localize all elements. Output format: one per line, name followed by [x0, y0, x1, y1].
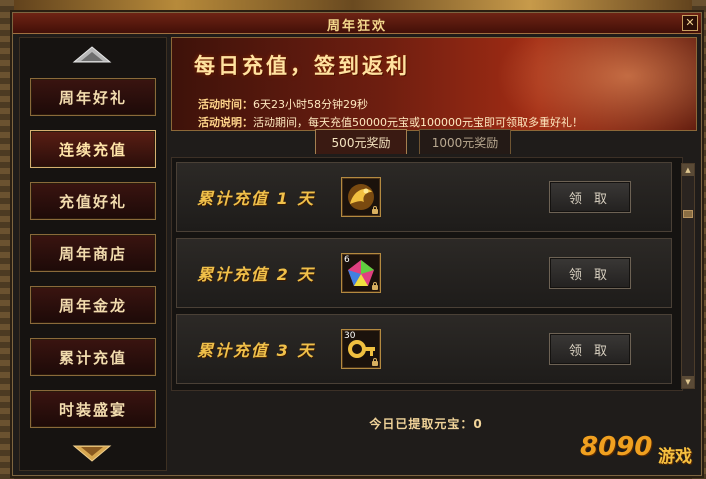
- reward-row-label: 累计充值 1 天: [197, 189, 316, 208]
- sidebar-item-fashion-feast[interactable]: 时装盛宴: [30, 390, 156, 428]
- window-titlebar[interactable]: 周年狂欢 ✕: [13, 13, 701, 34]
- reward-list: 累计充值 1 天 领 取 累计充值 2 天 6 领 取 累计充值 3 天 30 …: [171, 157, 683, 391]
- sidebar-item-cumulative-recharge[interactable]: 累计充值: [30, 338, 156, 376]
- event-time-row: 活动时间：6天23小时58分钟29秒: [198, 96, 368, 112]
- event-banner: 每日充值，签到返利 活动时间：6天23小时58分钟29秒 活动说明：活动期间，每…: [171, 37, 697, 131]
- reward-item-slot[interactable]: [341, 177, 381, 217]
- sidebar-item-label: 时装盛宴: [58, 400, 127, 419]
- watermark-number: 8090: [580, 432, 653, 462]
- reward-row: 累计充值 1 天 领 取: [176, 162, 672, 232]
- event-description-label: 活动说明：: [198, 116, 253, 129]
- reward-item-slot[interactable]: 30: [341, 329, 381, 369]
- decorative-top-border: [0, 0, 706, 10]
- scroll-down-icon[interactable]: ▼: [682, 376, 694, 388]
- event-time-label: 活动时间：: [198, 98, 253, 111]
- scrollbar-thumb[interactable]: [683, 210, 693, 218]
- claim-button[interactable]: 领 取: [549, 333, 631, 365]
- scroll-up-arrow-icon[interactable]: [70, 44, 114, 66]
- lock-icon: [372, 206, 378, 214]
- event-description-row: 活动说明：活动期间，每天充值50000元宝或100000元宝即可领取多重好礼！: [198, 114, 583, 130]
- event-description-text: 活动期间，每天充值50000元宝或100000元宝即可领取多重好礼！: [253, 116, 583, 129]
- window-title: 周年狂欢: [326, 19, 387, 34]
- reward-list-scrollbar[interactable]: ▲ ▼: [681, 163, 695, 389]
- sidebar-item-continuous-recharge[interactable]: 连续充值: [30, 130, 156, 168]
- site-watermark-logo: 8090 游戏: [578, 430, 698, 470]
- item-count: 6: [344, 255, 350, 265]
- sidebar-item-anniversary-shop[interactable]: 周年商店: [30, 234, 156, 272]
- sidebar-item-label: 周年好礼: [58, 88, 127, 107]
- sidebar-item-label: 充值好礼: [58, 192, 127, 211]
- scroll-up-icon[interactable]: ▲: [682, 164, 694, 176]
- sidebar-item-anniversary-gift[interactable]: 周年好礼: [30, 78, 156, 116]
- tab-label: 500元奖励: [331, 135, 391, 150]
- sidebar-nav: 周年好礼 连续充值 充值好礼 周年商店 周年金龙 累计充值 时装盛宴: [19, 37, 167, 471]
- watermark-word: 游戏: [658, 447, 692, 467]
- sidebar-item-label: 周年金龙: [58, 296, 127, 315]
- claim-button[interactable]: 领 取: [549, 257, 631, 289]
- anniversary-event-window: 周年狂欢 ✕ 周年好礼 连续充值 充值好礼 周年商店 周年金龙 累计充值 时装盛…: [12, 12, 702, 476]
- claim-button[interactable]: 领 取: [549, 181, 631, 213]
- sidebar-item-label: 周年商店: [58, 244, 127, 263]
- tab-500-reward[interactable]: 500元奖励: [315, 129, 407, 154]
- close-button[interactable]: ✕: [682, 15, 698, 31]
- reward-row-label: 累计充值 2 天: [197, 265, 316, 284]
- reward-row: 累计充值 2 天 6 领 取: [176, 238, 672, 308]
- tab-1000-reward[interactable]: 1000元奖励: [419, 129, 511, 154]
- sidebar-item-label: 连续充值: [58, 140, 127, 159]
- sidebar-item-golden-dragon[interactable]: 周年金龙: [30, 286, 156, 324]
- lock-icon: [372, 358, 378, 366]
- banner-title: 每日充值，签到返利: [194, 54, 410, 78]
- event-time-countdown: 6天23小时58分钟29秒: [253, 98, 368, 111]
- lock-icon: [372, 282, 378, 290]
- reward-item-slot[interactable]: 6: [341, 253, 381, 293]
- sidebar-item-recharge-gift[interactable]: 充值好礼: [30, 182, 156, 220]
- tab-label: 1000元奖励: [431, 135, 499, 150]
- reward-row-label: 累计充值 3 天: [197, 341, 316, 360]
- scroll-down-arrow-icon[interactable]: [70, 442, 114, 464]
- sidebar-item-label: 累计充值: [58, 348, 127, 367]
- item-count: 30: [344, 331, 356, 341]
- reward-row: 累计充值 3 天 30 领 取: [176, 314, 672, 384]
